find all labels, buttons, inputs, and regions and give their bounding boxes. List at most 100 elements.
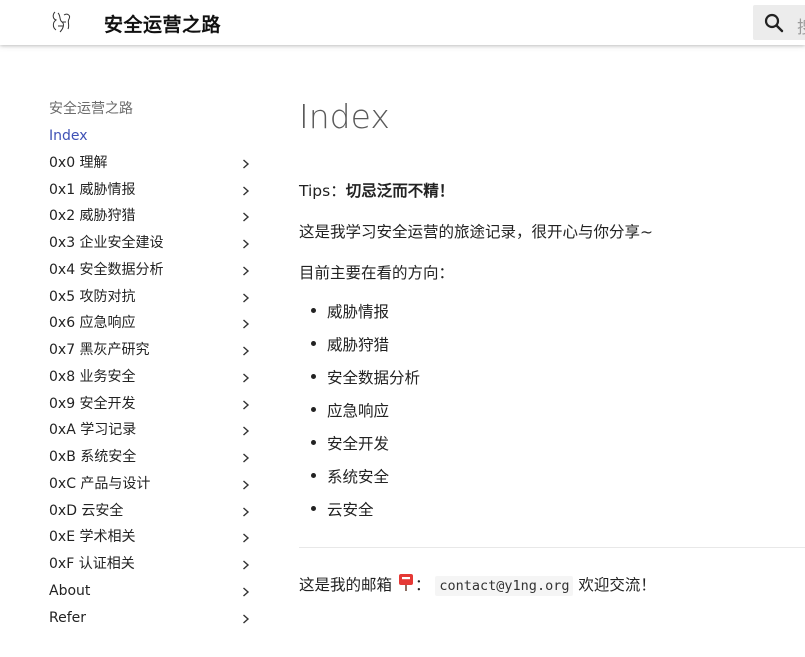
intro-paragraph: 这是我学习安全运营的旅途记录，很开心与你分享~ (299, 223, 653, 241)
list-item: 威胁狩猎 (311, 333, 420, 366)
chevron-right-icon[interactable] (242, 560, 250, 570)
sidebar-item[interactable]: 0xB 系统安全 (49, 444, 259, 471)
mail-prefix: 这是我的邮箱 (299, 576, 393, 594)
bullet-icon (311, 506, 316, 511)
sidebar-item[interactable]: About (49, 578, 259, 605)
sidebar-item-label: 0xB 系统安全 (49, 449, 137, 465)
chevron-right-icon[interactable] (242, 346, 250, 356)
sidebar-item-label: 0x0 理解 (49, 154, 108, 171)
chevron-right-icon[interactable] (242, 266, 250, 276)
list-item: 安全数据分析 (311, 366, 420, 399)
chevron-right-icon[interactable] (242, 426, 250, 436)
list-item: 云安全 (311, 498, 420, 531)
list-item-label: 安全开发 (327, 435, 390, 453)
list-item: 应急响应 (311, 399, 420, 432)
sidebar-title: 安全运营之路 (49, 101, 133, 117)
direction-heading: 目前主要在看的方向： (299, 264, 455, 282)
sidebar-item[interactable]: 0x6 应急响应 (49, 310, 259, 337)
bullet-icon (311, 407, 316, 412)
list-item: 威胁情报 (311, 300, 420, 333)
tips-label: Tips： (299, 182, 346, 200)
tips-emphasis: 切忌泛而不精！ (345, 182, 455, 200)
sidebar-item[interactable]: 0x7 黑灰产研究 (49, 337, 259, 364)
sidebar-item-label: 0x5 攻防对抗 (49, 288, 136, 305)
mail-suffix: 欢迎交流！ (573, 576, 656, 594)
sidebar-item[interactable]: 0x1 威胁情报 (49, 177, 259, 204)
nav-list: Index 0x0 理解 0x1 威胁情报 0x2 威胁狩猎 0x3 企业安全建设 0x4… (49, 123, 259, 631)
list-item-label: 安全数据分析 (327, 369, 421, 387)
chevron-right-icon[interactable] (242, 587, 250, 597)
direction-list: 威胁情报威胁狩猎安全数据分析 应急响应安全开发系统安全云安全 (311, 300, 420, 531)
sidebar-item[interactable]: 0xD 云安全 (49, 498, 259, 525)
sidebar-item[interactable]: 0x4 安全数据分析 (49, 257, 259, 284)
sidebar-item[interactable]: 0x5 攻防对抗 (49, 284, 259, 311)
chevron-right-icon[interactable] (242, 373, 250, 383)
chevron-right-icon[interactable] (242, 480, 250, 490)
logo-icon[interactable] (49, 9, 75, 35)
bullet-icon (311, 440, 316, 445)
page-title: Index (299, 97, 390, 136)
chevron-right-icon[interactable] (242, 453, 250, 463)
list-item-label: 威胁情报 (327, 303, 390, 321)
chevron-right-icon[interactable] (242, 613, 250, 624)
chevron-right-icon[interactable] (242, 506, 250, 517)
chevron-right-icon[interactable] (242, 212, 250, 222)
bullet-icon (311, 473, 316, 478)
sidebar-item-label: 0xA 学习记录 (49, 422, 137, 439)
sidebar-item[interactable]: Index (49, 123, 259, 150)
chevron-right-icon[interactable] (242, 399, 250, 410)
sidebar-item-label: 0xE 学术相关 (49, 529, 136, 546)
sidebar-item-label: 0xF 认证相关 (49, 556, 135, 572)
sidebar-item-label: Index (49, 128, 88, 144)
chevron-right-icon[interactable] (242, 319, 250, 329)
email-code[interactable]: contact@y1ng.org (435, 576, 574, 596)
chevron-right-icon[interactable] (242, 292, 250, 303)
contact-line: 这是我的邮箱 ： contact@y1ng.org 欢迎交流！ (299, 573, 656, 598)
sidebar-nav: 安全运营之路 Index 0x0 理解 0x1 威胁情报 0x2 威胁狩猎 0x3 企业… (49, 98, 259, 631)
sidebar-item-label: 0x9 安全开发 (49, 395, 136, 412)
sidebar-item[interactable]: 0x0 理解 (49, 150, 259, 177)
chevron-right-icon[interactable] (242, 239, 250, 249)
bullet-icon (311, 374, 316, 379)
divider (299, 547, 805, 548)
sidebar-item[interactable]: 0x2 威胁狩猎 (49, 203, 259, 230)
list-item: 安全开发 (311, 432, 420, 465)
sidebar-item-label: 0x3 企业安全建设 (49, 235, 164, 251)
sidebar-item-label: 0xC 产品与设计 (49, 475, 151, 492)
mail-colon: ： (414, 576, 431, 594)
top-header: 安全运营之路 搜 (0, 0, 805, 45)
sidebar-item-label: 0xD 云安全 (49, 502, 124, 519)
sidebar-item-label: 0x2 威胁狩猎 (49, 208, 136, 225)
bullet-icon (311, 341, 316, 346)
sidebar-item-label: About (49, 582, 91, 599)
list-item-label: 威胁狩猎 (327, 336, 390, 354)
sidebar-item[interactable]: 0x3 企业安全建设 (49, 230, 259, 257)
chevron-right-icon[interactable] (242, 185, 250, 196)
chevron-right-icon[interactable] (242, 533, 250, 543)
list-item-label: 系统安全 (327, 468, 390, 486)
list-item: 系统安全 (311, 465, 420, 498)
sidebar-item[interactable]: Refer (49, 605, 259, 632)
bullet-icon (311, 308, 316, 313)
sidebar-item[interactable]: 0xF 认证相关 (49, 551, 259, 578)
sidebar-item-label: 0x6 应急响应 (49, 315, 136, 332)
sidebar-item[interactable]: 0xA 学习记录 (49, 417, 259, 444)
list-item-label: 云安全 (327, 501, 374, 519)
main-content: Index Tips：切忌泛而不精！ 这是我学习安全运营的旅途记录，很开心与你分… (299, 95, 805, 596)
sidebar-item[interactable]: 0xE 学术相关 (49, 524, 259, 551)
search-placeholder[interactable]: 搜 (797, 13, 805, 38)
sidebar-item-label: 0x7 黑灰产研究 (49, 342, 150, 358)
chevron-right-icon[interactable] (242, 159, 250, 169)
sidebar-item-label: 0x1 威胁情报 (49, 181, 136, 198)
mailbox-icon (397, 572, 415, 596)
sidebar-item[interactable]: 0x9 安全开发 (49, 391, 259, 418)
site-title[interactable]: 安全运营之路 (104, 10, 221, 37)
sidebar-item-label: Refer (49, 609, 87, 626)
sidebar-item[interactable]: 0xC 产品与设计 (49, 471, 259, 498)
sidebar-item-label: 0x8 业务安全 (49, 368, 136, 385)
sidebar-item-label: 0x4 安全数据分析 (49, 261, 164, 278)
search-box[interactable]: 搜 (753, 5, 805, 40)
sidebar-item[interactable]: 0x8 业务安全 (49, 364, 259, 391)
tips-paragraph: Tips：切忌泛而不精！ (299, 179, 454, 201)
list-item-label: 应急响应 (327, 402, 390, 420)
